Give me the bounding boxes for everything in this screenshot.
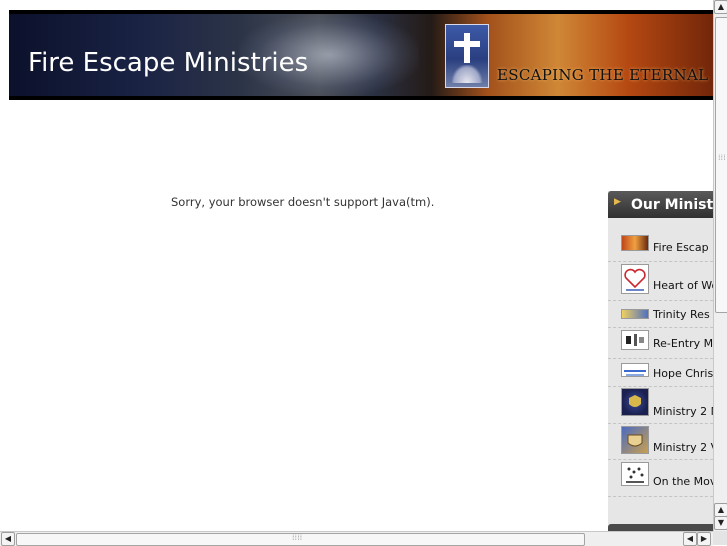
shield-logo-icon xyxy=(621,426,649,454)
scroll-right-button[interactable]: ▶ xyxy=(697,532,711,546)
ministry-item-re-entry[interactable]: Re-Entry M xyxy=(608,328,713,359)
vertical-scrollbar[interactable]: ▲ ⁞⁞⁞ ▲ ▼ xyxy=(713,0,727,531)
site-banner: Fire Escape Ministries ESCAPING THE ETER… xyxy=(9,10,713,100)
site-title: Fire Escape Ministries xyxy=(28,48,309,78)
ministry-item-label: Ministry 2 M xyxy=(653,405,713,418)
ministry-item-ministry-2-m[interactable]: Ministry 2 M xyxy=(608,387,713,424)
ministry-item-hope-christian[interactable]: Hope Christ xyxy=(608,359,713,387)
ministries-panel-header: ▶ Our Ministr xyxy=(608,191,713,218)
ministry-item-label: Trinity Res xyxy=(653,308,710,321)
footprints-logo-icon xyxy=(621,462,649,486)
ministry-item-label: Fire Escap xyxy=(653,241,709,254)
scroll-down-button[interactable]: ▼ xyxy=(714,516,727,530)
ministry-item-fire-escape[interactable]: Fire Escap xyxy=(608,227,713,262)
arrow-right-icon: ▶ xyxy=(614,197,621,207)
fire-escape-logo-icon xyxy=(621,235,649,251)
scroll-left-button[interactable]: ◀ xyxy=(1,532,15,546)
ministry-item-ministry-2-v[interactable]: Ministry 2 V xyxy=(608,424,713,460)
horizontal-scroll-thumb[interactable]: ⁞⁞⁞⁞ xyxy=(16,533,585,546)
grip-icon: ⁞⁞⁞ xyxy=(718,153,726,162)
ministries-panel: ▶ Our Ministr Fire Escap Heart of Wo Tri… xyxy=(608,191,713,531)
banner-image: Fire Escape Ministries ESCAPING THE ETER… xyxy=(9,14,713,96)
scroll-left-button-right[interactable]: ◀ xyxy=(683,532,697,546)
badge-logo-icon xyxy=(621,388,649,416)
ministry-item-on-the-move[interactable]: On the Mov xyxy=(608,460,713,497)
banner-tagline: ESCAPING THE ETERNAL xyxy=(497,66,709,84)
scrollbar-corner xyxy=(713,531,727,545)
ministry-item-heart-of-worship[interactable]: Heart of Wo xyxy=(608,262,713,301)
scroll-up-button[interactable]: ▲ xyxy=(714,0,727,14)
hope-logo-icon xyxy=(621,363,649,377)
trinity-logo-icon xyxy=(621,309,649,319)
grip-icon: ⁞⁞⁞⁞ xyxy=(292,533,303,542)
ministry-item-label: Heart of Wo xyxy=(653,279,713,292)
vertical-scroll-thumb[interactable]: ⁞⁞⁞ xyxy=(715,17,727,313)
ministry-item-label: On the Mov xyxy=(653,475,713,488)
ministry-item-trinity-rescue[interactable]: Trinity Res xyxy=(608,301,713,328)
ministries-panel-footer xyxy=(608,524,713,531)
heart-logo-icon xyxy=(621,264,649,294)
ministry-item-label: Re-Entry M xyxy=(653,337,713,350)
horizontal-scrollbar[interactable]: ◀ ⁞⁞⁞⁞ ◀ ▶ xyxy=(0,531,713,546)
ministry-item-label: Ministry 2 V xyxy=(653,441,713,454)
ministry-item-label: Hope Christ xyxy=(653,367,713,380)
ministries-panel-title: Our Ministr xyxy=(631,197,713,213)
cross-logo-icon xyxy=(445,24,489,88)
scroll-up-button-lower[interactable]: ▲ xyxy=(714,503,727,517)
re-entry-logo-icon xyxy=(621,330,649,350)
java-unsupported-message: Sorry, your browser doesn't support Java… xyxy=(171,195,435,209)
